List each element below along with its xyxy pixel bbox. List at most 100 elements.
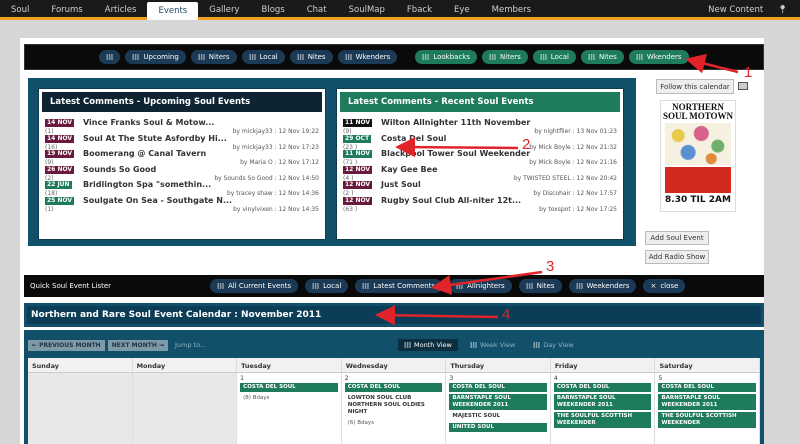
comment-row[interactable]: 12 NOV Rugby Soul Club All-niter 12t... (6… <box>343 196 617 213</box>
birthdays-link[interactable]: (6) Bdays <box>345 419 443 427</box>
quick-option-weekenders[interactable]: Weekenders <box>568 279 637 293</box>
birthdays-link[interactable]: (8) Bdays <box>240 394 338 402</box>
comment-author[interactable]: by toxspot : <box>539 206 575 213</box>
view-month-view[interactable]: Month View <box>398 339 458 351</box>
print-icon[interactable] <box>738 82 748 90</box>
comment-row[interactable]: 29 OCT Costa Del Soul (23 ) by Mick Boyle :… <box>343 134 617 151</box>
event-title-link[interactable]: Bridlington Spa "somethin... <box>83 180 211 189</box>
event-date-badge: 11 NOV <box>343 150 373 158</box>
comment-row[interactable]: 14 NOV Vince Franks Soul & Motow... (1) by … <box>45 118 319 135</box>
calendar-day-cell[interactable] <box>28 373 133 444</box>
comment-row[interactable]: 12 NOV Just Soul (2 ) by Discohair : 12 Nov… <box>343 180 617 197</box>
comment-row[interactable]: 26 NOV Sounds So Good (2) by Sounds So Good… <box>45 165 319 182</box>
event-title-link[interactable]: Blackpool Tower Soul Weekender <box>381 149 530 158</box>
nav-item-soulmap[interactable]: SoulMap <box>338 0 396 20</box>
filter-past-lookbacks[interactable]: Lookbacks <box>415 50 478 64</box>
nav-item-articles[interactable]: Articles <box>94 0 148 20</box>
event-title-link[interactable]: Just Soul <box>381 180 421 189</box>
quick-option-local[interactable]: Local <box>305 279 349 293</box>
calendar-day-cell[interactable]: 4 COSTA DEL SOUL BARNSTAPLE SOUL WEEKENDER… <box>551 373 656 444</box>
jump-to-link[interactable]: Jump to... <box>175 341 206 349</box>
nav-item-events[interactable]: Events <box>147 2 199 20</box>
event-title-link[interactable]: Wilton Allnighter 11th November <box>381 118 530 127</box>
calendar-day-cell[interactable]: 2 COSTA DEL SOUL LOWTON SOUL CLUB NORTHERN… <box>342 373 447 444</box>
main-nav: Soul Forums Articles Events Gallery Blogs Chat… <box>0 0 542 20</box>
quick-option-latest-comments[interactable]: Latest Comments <box>355 279 443 293</box>
calendar-event[interactable]: THE SOULFUL SCOTTISH WEEKENDER <box>553 412 652 428</box>
calendar-event[interactable]: MAJESTIC SOUL <box>449 412 547 421</box>
calendar-day-cell[interactable]: 1 COSTA DEL SOUL (8) Bdays <box>237 373 342 444</box>
calendar-day-cell[interactable] <box>132 373 238 444</box>
filter-past-niters[interactable]: Niters <box>482 50 528 64</box>
nav-item-blogs[interactable]: Blogs <box>251 0 296 20</box>
calendar-event[interactable]: BARNSTAPLE SOUL WEEKENDER 2011 <box>449 394 547 410</box>
comment-row[interactable]: 11 NOV Blackpool Tower Soul Weekender (71 … <box>343 149 617 166</box>
nav-item-members[interactable]: Members <box>481 0 542 20</box>
comment-row[interactable]: 25 NOV Soulgate On Sea - Southgate N... (1… <box>45 196 319 213</box>
comment-row[interactable]: 19 NOV Boomerang @ Canal Tavern (9) by Mari… <box>45 149 319 166</box>
quick-option-nites[interactable]: Nites <box>518 279 562 293</box>
quick-option-close[interactable]: × close <box>643 279 686 293</box>
close-icon: × <box>650 282 657 290</box>
calendar-event[interactable]: COSTA DEL SOUL <box>449 383 547 392</box>
comment-row[interactable]: 11 NOV Wilton Allnighter 11th November (9)… <box>343 118 617 135</box>
nav-item-gallery[interactable]: Gallery <box>198 0 250 20</box>
event-title-link[interactable]: Kay Gee Bee <box>381 165 438 174</box>
filter-upcoming-local[interactable]: Local <box>241 50 285 64</box>
calendar-day-cell[interactable]: 5 COSTA DEL SOUL BARNSTAPLE SOUL WEEKENDER… <box>655 373 761 444</box>
calendar-event[interactable]: BARNSTAPLE SOUL WEEKENDER 2011 <box>553 394 652 410</box>
new-content-link[interactable]: New Content <box>708 5 763 15</box>
location-pin-icon[interactable]: 📍︎ <box>777 5 788 15</box>
next-month-button[interactable]: NEXT MONTH → <box>107 339 168 351</box>
filter-upcoming-wkenders[interactable]: Wkenders <box>337 50 398 64</box>
quick-option-allnighters[interactable]: Allnighters <box>449 279 512 293</box>
filter-upcoming-niters[interactable]: Niters <box>190 50 237 64</box>
filter-past-nites[interactable]: Nites <box>580 50 624 64</box>
filter-past-local[interactable]: Local <box>532 50 576 64</box>
comment-author[interactable]: by vinylvixen : <box>233 206 277 213</box>
quick-option-label: close <box>660 282 679 290</box>
grid-icon <box>248 54 256 60</box>
event-title-link[interactable]: Soulgate On Sea - Southgate N... <box>83 196 232 205</box>
filter-past-wkenders[interactable]: Wkenders <box>628 50 689 64</box>
follow-calendar-button[interactable]: Follow this calendar <box>656 79 734 94</box>
comment-row[interactable]: 14 NOV Soul At The Stute Asfordby Hi... (1… <box>45 134 319 151</box>
calendar-event[interactable]: COSTA DEL SOUL <box>658 383 757 392</box>
calendar-event[interactable]: LOWTON SOUL CLUB NORTHERN SOUL OLDIES NI… <box>345 394 443 417</box>
calendar-event[interactable]: COSTA DEL SOUL <box>240 383 338 392</box>
filter-label: Lookbacks <box>433 53 471 61</box>
calendar-event[interactable]: COSTA DEL SOUL <box>553 383 652 392</box>
event-title-link[interactable]: Boomerang @ Canal Tavern <box>83 149 206 158</box>
nav-item-eye[interactable]: Eye <box>443 0 481 20</box>
filter-label: Nites <box>307 53 326 61</box>
flyer-time: 8.30 TIL 2AM <box>665 195 731 205</box>
event-title-link[interactable]: Costa Del Soul <box>381 134 446 143</box>
event-title-link[interactable]: Sounds So Good <box>83 165 156 174</box>
event-title-link[interactable]: Rugby Soul Club All-niter 12t... <box>381 196 521 205</box>
nav-item-forums[interactable]: Forums <box>40 0 93 20</box>
filter-upcoming-nites[interactable]: Nites <box>289 50 333 64</box>
event-title-link[interactable]: Soul At The Stute Asfordby Hi... <box>83 134 227 143</box>
calendar-day-cell[interactable]: 3 COSTA DEL SOUL BARNSTAPLE SOUL WEEKENDER… <box>446 373 551 444</box>
nav-item-soul[interactable]: Soul <box>0 0 40 20</box>
calendar-event[interactable]: UNITED SOUL <box>449 423 547 432</box>
quick-option-all-current-events[interactable]: All Current Events <box>210 279 299 293</box>
event-title-link[interactable]: Vince Franks Soul & Motow... <box>83 118 214 127</box>
calendar-event[interactable]: COSTA DEL SOUL <box>344 383 443 392</box>
calendar-event[interactable]: BARNSTAPLE SOUL WEEKENDER 2011 <box>658 394 757 410</box>
all-events-filter-button[interactable] <box>99 50 121 64</box>
comment-row[interactable]: 22 JUN Bridlington Spa "somethin... (18) by… <box>45 180 319 197</box>
view-day-view[interactable]: Day View <box>527 339 579 351</box>
nav-item-fback[interactable]: Fback <box>396 0 443 20</box>
calendar-event[interactable]: THE SOULFUL SCOTTISH WEEKENDER <box>658 412 757 428</box>
comment-row[interactable]: 12 NOV Kay Gee Bee (4 ) by TWISTED STEEL : … <box>343 165 617 182</box>
nav-item-chat[interactable]: Chat <box>296 0 338 20</box>
quick-option-label: Nites <box>536 282 555 290</box>
calendar-navigation: ← PREVIOUS MONTH NEXT MONTH → Jump to...… <box>28 336 760 354</box>
view-week-view[interactable]: Week View <box>464 339 521 351</box>
event-flyer-image[interactable]: NORTHERN SOUL MOTOWN 8.30 TIL 2AM <box>660 100 736 212</box>
add-radio-show-button[interactable]: Add Radio Show <box>645 250 709 264</box>
previous-month-button[interactable]: ← PREVIOUS MONTH <box>28 339 105 351</box>
filter-upcoming-upcoming[interactable]: Upcoming <box>125 50 186 64</box>
add-soul-event-button[interactable]: Add Soul Event <box>645 231 709 245</box>
